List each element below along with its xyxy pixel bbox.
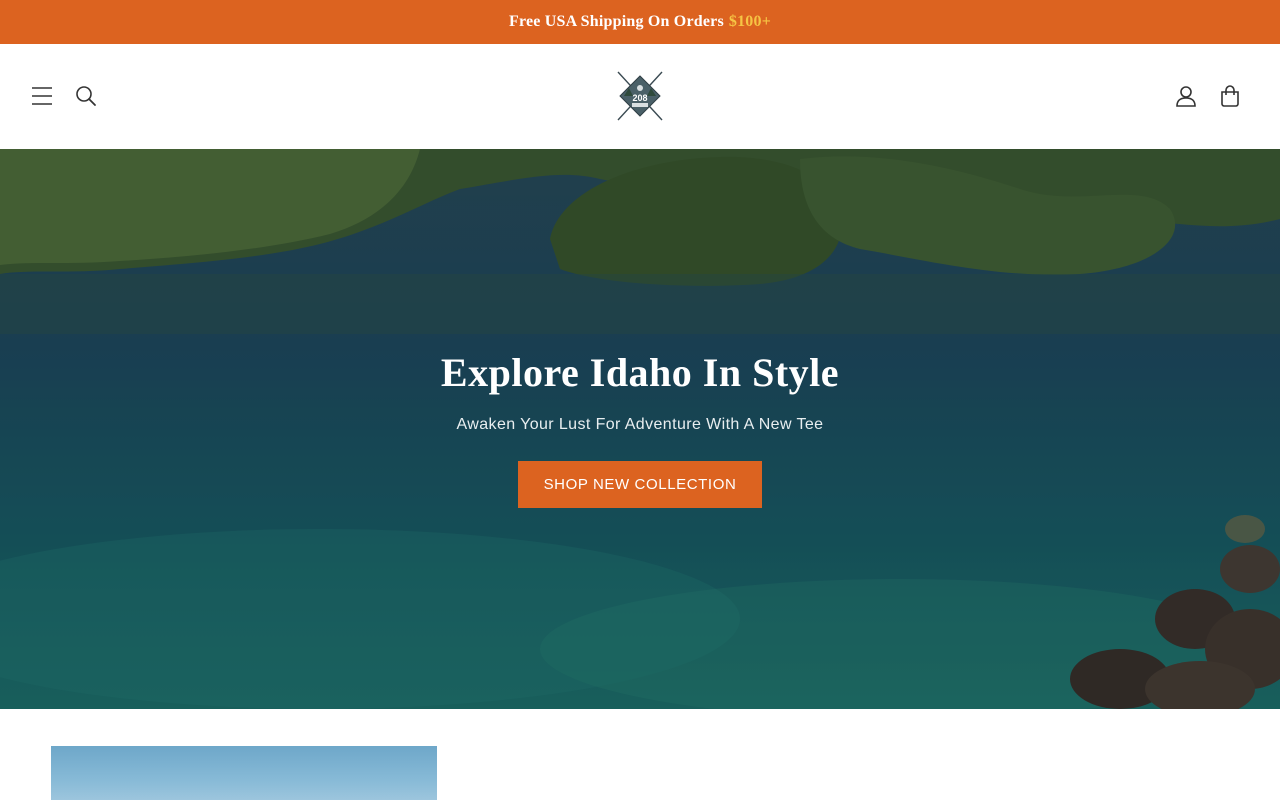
hero-banner: Explore Idaho In Style Awaken Your Lust … (0, 149, 1280, 709)
announcement-price: $100+ (728, 13, 772, 30)
svg-text:208: 208 (632, 93, 647, 103)
account-icon[interactable] (1172, 82, 1200, 110)
shop-new-collection-button[interactable]: SHOP NEW COLLECTION (518, 461, 762, 508)
feature-image[interactable] (51, 746, 437, 800)
cart-icon[interactable] (1216, 82, 1244, 110)
site-logo[interactable]: 208 (612, 70, 668, 122)
search-icon[interactable] (72, 82, 100, 110)
announcement-bar: Free USA Shipping On Orders $100+ (0, 0, 1280, 44)
site-header: 208 (0, 44, 1280, 149)
announcement-text: Free USA Shipping On Orders (508, 13, 724, 30)
hero-title: Explore Idaho In Style (440, 350, 840, 395)
menu-icon[interactable] (28, 82, 56, 110)
hero-subtitle: Awaken Your Lust For Adventure With A Ne… (456, 416, 824, 433)
